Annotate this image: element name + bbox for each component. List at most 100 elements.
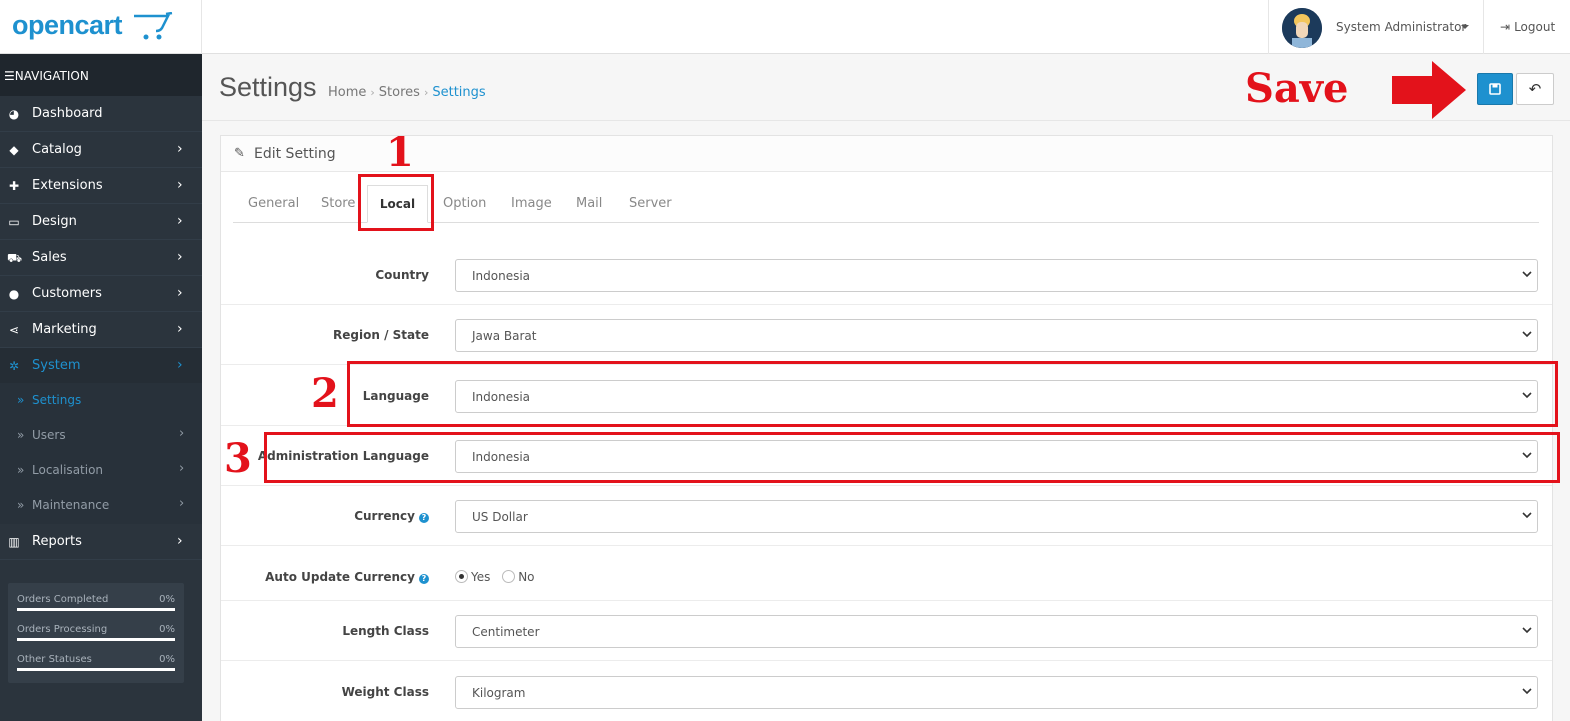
sidebar-item-label: Sales <box>32 250 67 265</box>
user-menu[interactable]: System Administrator <box>1268 0 1484 54</box>
sidebar-item-label: Reports <box>32 534 82 549</box>
tab-option[interactable]: Option <box>443 196 486 211</box>
dashboard-icon: ◕ <box>8 107 20 121</box>
sidebar-item-design[interactable]: ▭ Design › <box>0 204 202 240</box>
annotation-box-admin-language <box>264 432 1560 483</box>
sidebar-item-label: Dashboard <box>32 106 103 121</box>
stat-label: Other Statuses <box>17 654 92 665</box>
nav-title: NAVIGATION <box>14 69 89 83</box>
auto-update-radio-group: Yes No <box>455 570 535 584</box>
sidebar-item-catalog[interactable]: ◆ Catalog › <box>0 132 202 168</box>
stat-value: 0% <box>159 594 175 605</box>
page-title: Settings <box>219 72 317 102</box>
annotation-arrow-icon <box>1392 61 1466 119</box>
row-divider <box>221 485 1552 486</box>
sidebar-item-extensions[interactable]: ✚ Extensions › <box>0 168 202 204</box>
currency-value: US Dollar <box>472 510 528 524</box>
avatar <box>1282 8 1322 48</box>
caret-down-icon <box>1461 25 1469 29</box>
sidebar-item-system[interactable]: ✲ System › <box>0 348 202 384</box>
question-circle-icon[interactable]: ? <box>419 513 429 523</box>
chevron-right-icon: › <box>177 249 183 265</box>
top-header: opencart System Administrator ⇥ Logout <box>0 0 1570 54</box>
annotation-number-3: 3 <box>224 435 252 482</box>
annotation-number-2: 2 <box>311 370 339 417</box>
stat-value: 0% <box>159 624 175 635</box>
sidebar-item-reports[interactable]: ▥ Reports › <box>0 524 202 560</box>
progress-bar <box>17 608 175 611</box>
user-name: System Administrator <box>1336 20 1467 34</box>
progress-bar <box>17 638 175 641</box>
sidebar-item-label: System <box>32 358 81 373</box>
weight-class-label: Weight Class <box>341 685 429 699</box>
length-class-select[interactable]: Centimeter <box>455 615 1538 648</box>
double-chevron-icon: » <box>17 428 25 442</box>
chevron-down-icon <box>1522 271 1532 278</box>
length-class-label: Length Class <box>342 624 429 638</box>
chevron-right-icon: › <box>177 213 183 229</box>
reply-arrow-icon: ↶ <box>1528 80 1542 98</box>
puzzle-icon: ✚ <box>8 179 20 193</box>
sidebar-subitem-maintenance[interactable]: » Maintenance › <box>0 488 202 523</box>
cart-icon: ⛟ <box>7 251 23 265</box>
radio-no[interactable] <box>502 570 516 583</box>
radio-yes[interactable] <box>455 570 468 583</box>
subitem-label: Localisation <box>32 463 104 477</box>
country-value: Indonesia <box>472 269 531 283</box>
breadcrumb-home[interactable]: Home <box>328 85 366 100</box>
floppy-disk-icon <box>1489 83 1501 95</box>
sidebar-item-marketing[interactable]: ⋖ Marketing › <box>0 312 202 348</box>
currency-select[interactable]: US Dollar <box>455 500 1538 533</box>
stat-label: Orders Processing <box>17 624 108 635</box>
tab-server[interactable]: Server <box>629 196 672 211</box>
panel-title: Edit Setting <box>254 146 336 162</box>
weight-class-select[interactable]: Kilogram <box>455 676 1538 709</box>
subitem-label: Users <box>32 428 66 442</box>
stat-orders-processing: Orders Processing 0% <box>17 624 175 652</box>
double-chevron-icon: » <box>17 498 25 512</box>
chevron-right-icon: › <box>177 357 183 373</box>
country-select[interactable]: Indonesia <box>455 259 1538 292</box>
progress-bar <box>17 668 175 671</box>
pencil-icon: ✎ <box>234 146 245 161</box>
divider <box>202 120 1570 121</box>
sidebar-item-sales[interactable]: ⛟ Sales › <box>0 240 202 276</box>
stat-orders-completed: Orders Completed 0% <box>17 594 175 622</box>
sidebar-item-customers[interactable]: ● Customers › <box>0 276 202 312</box>
back-button[interactable]: ↶ <box>1516 73 1554 105</box>
chevron-right-icon: › <box>177 285 183 301</box>
tab-general[interactable]: General <box>248 196 299 211</box>
question-circle-icon[interactable]: ? <box>419 574 429 584</box>
breadcrumb-settings[interactable]: Settings <box>432 85 485 100</box>
tab-mail[interactable]: Mail <box>576 196 602 211</box>
chevron-right-icon: › <box>179 426 185 441</box>
breadcrumb-stores[interactable]: Stores <box>379 85 420 100</box>
tab-store[interactable]: Store <box>321 196 355 211</box>
radio-no-label: No <box>518 570 535 584</box>
region-label: Region / State <box>333 328 429 342</box>
region-select[interactable]: Jawa Barat <box>455 319 1538 352</box>
chevron-down-icon <box>1522 627 1532 634</box>
logout-link[interactable]: ⇥ Logout <box>1500 20 1555 34</box>
region-value: Jawa Barat <box>472 329 537 343</box>
chevron-down-icon <box>1522 512 1532 519</box>
stat-label: Orders Completed <box>17 594 109 605</box>
save-button[interactable] <box>1477 73 1513 105</box>
tags-icon: ◆ <box>9 143 19 157</box>
subitem-label: Settings <box>32 393 82 407</box>
country-label: Country <box>375 268 429 282</box>
double-chevron-icon: » <box>17 463 25 477</box>
sidebar-item-dashboard[interactable]: ◕ Dashboard <box>0 96 202 132</box>
sidebar-subitem-users[interactable]: » Users › <box>0 418 202 453</box>
weight-class-value: Kilogram <box>472 686 526 700</box>
logo[interactable]: opencart <box>0 0 202 54</box>
chevron-right-icon: › <box>177 533 183 549</box>
sidebar-subitem-localisation[interactable]: » Localisation › <box>0 453 202 488</box>
annotation-box-language <box>347 361 1558 427</box>
stat-value: 0% <box>159 654 175 665</box>
chevron-down-icon <box>1522 688 1532 695</box>
tab-image[interactable]: Image <box>511 196 552 211</box>
sidebar-subitem-settings[interactable]: » Settings <box>0 383 202 418</box>
annotation-box-local-tab <box>358 174 434 231</box>
annotation-number-1: 1 <box>386 129 414 176</box>
